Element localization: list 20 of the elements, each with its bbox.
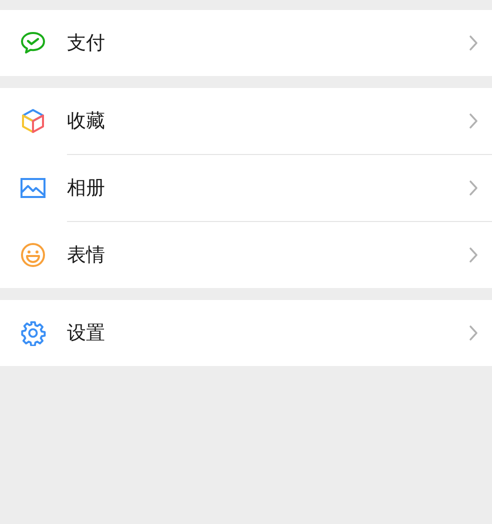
- chevron-right-icon: [469, 113, 478, 129]
- chat-check-icon: [20, 31, 46, 55]
- picture-frame-icon: [20, 177, 46, 199]
- chevron-right-icon: [469, 180, 478, 196]
- cube-icon: [21, 108, 45, 134]
- menu-item-label: 收藏: [67, 108, 106, 134]
- chevron-right-icon: [469, 247, 478, 263]
- menu-item-label: 表情: [67, 242, 106, 268]
- menu-item[interactable]: 设置: [0, 300, 492, 366]
- menu-item[interactable]: 相册: [0, 155, 492, 221]
- menu-item-label: 设置: [67, 320, 106, 346]
- menu-item-label: 支付: [67, 30, 106, 56]
- menu-item[interactable]: 表情: [0, 222, 492, 288]
- settings-icon: [20, 320, 46, 346]
- chevron-right-icon: [469, 35, 478, 51]
- menu-item-label: 相册: [67, 176, 106, 201]
- menu-item[interactable]: 收藏: [0, 88, 492, 154]
- chevron-right-icon: [469, 325, 478, 341]
- menu-item[interactable]: 支付: [0, 10, 492, 76]
- smiley-icon: [20, 242, 46, 268]
